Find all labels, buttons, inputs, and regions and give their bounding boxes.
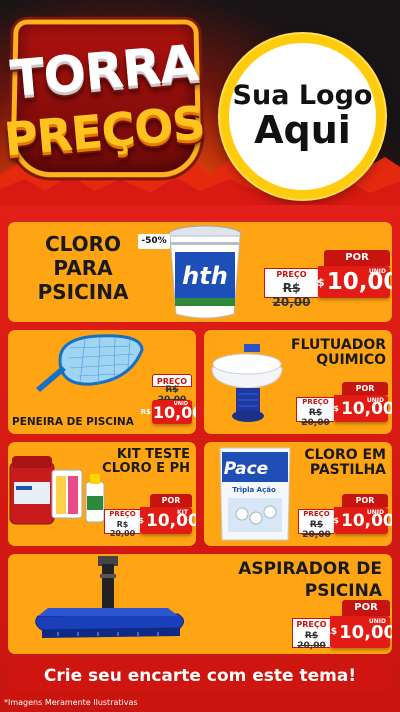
bag-text: Tripla Ação [232,486,276,494]
price-value: 10,00 [145,510,196,531]
product-card-kit-teste[interactable]: KIT TESTE CLORO E PH POR PREÇO R$ 20,00 … [8,442,196,546]
por-label: POR [324,250,390,266]
product-card-pastilha[interactable]: Pace Tripla Ação CLORO EM PASTILHA POR P… [204,442,392,546]
product-card-flutuador[interactable]: FLUTUADOR QUIMICO POR PREÇO R$ 20,00 R$ … [204,330,392,434]
por-label: POR [342,600,390,616]
product-name: KIT TESTE CLORO E PH [102,447,190,477]
currency: R$ [140,408,151,416]
currency: R$ [327,404,339,413]
new-price: R$ 10,00 UNID [309,266,392,298]
currency: R$ [308,275,325,289]
price-tag: POR PREÇO R$ 20,00 R$ 10,00 KIT [104,494,196,538]
product-card-aspirador[interactable]: ASPIRADOR DE PSICINA POR PREÇO R$ 20,00 … [8,554,392,654]
disclaimer-text: *Imagens Meramente Ilustrativas [4,698,138,707]
new-price: R$ 10,00 KIT [132,507,196,534]
price-tag: POR PREÇO R$ 20,00 R$ 10,00 UNID [264,250,392,309]
currency: R$ [327,516,339,525]
floater-image [211,344,283,422]
product-name: ASPIRADOR DE PSICINA [238,559,382,602]
product-name: FLUTUADOR QUIMICO [291,337,386,369]
unit-label: UNID [173,401,188,407]
unit-label: KIT [177,509,188,516]
product-card-peneira[interactable]: PENEIRA DE PISCINA PREÇO R$ 20,00 R$ 10,… [8,330,196,434]
header-banner: TORRA PREÇOS Sua Logo Aqui [0,0,400,215]
new-price: R$ 10,00 UNID [327,507,392,534]
new-price: R$ 10,00 UNID [141,400,196,424]
bag-brand: Pace [224,459,268,479]
logo-line-2: Aqui [254,108,351,153]
logo-placeholder[interactable]: Sua Logo Aqui [220,34,385,199]
product-name: CLORO PARA PSICINA [37,232,129,304]
product-name: CLORO EM PASTILHA [304,447,386,479]
old-price-box: R$ 20,00 [152,385,192,405]
por-label: POR [150,494,192,507]
product-card-cloro[interactable]: CLORO PARA PSICINA hth POR PREÇO R$ 20,0… [8,222,392,322]
discount-badge: -50% [138,234,170,249]
por-label: POR [342,494,388,507]
bucket-brand: hth [182,262,228,290]
new-price: R$ 10,00 UNID [324,616,392,648]
currency: R$ [132,516,144,525]
cta-banner[interactable]: Crie seu encarte com este tema! [8,661,392,691]
torra-precos-logo: TORRA PREÇOS [2,18,207,188]
unit-label: UNID [368,618,386,625]
unit-label: UNID [366,509,384,516]
currency: R$ [323,627,338,637]
unit-label: UNID [366,397,384,404]
price-tag: POR PREÇO R$ 20,00 R$ 10,00 UNID [292,600,392,651]
por-label: POR [342,382,388,395]
price-tag: POR PREÇO R$ 20,00 R$ 10,00 UNID [298,494,392,540]
price-tag: POR PREÇO R$ 20,00 R$ 10,00 UNID [296,382,392,428]
unit-label: UNID [368,268,386,275]
price-tag: PREÇO R$ 20,00 R$ 10,00 UNID [104,374,196,424]
new-price: R$ 10,00 UNID [327,395,392,422]
vacuum-head-image [35,556,184,638]
hth-bucket-image: hth [168,225,242,319]
product-name: PENEIRA DE PISCINA [12,416,134,428]
pace-bag-image: Pace Tripla Ação [219,447,291,541]
logo-line-1: Sua Logo [232,79,373,111]
